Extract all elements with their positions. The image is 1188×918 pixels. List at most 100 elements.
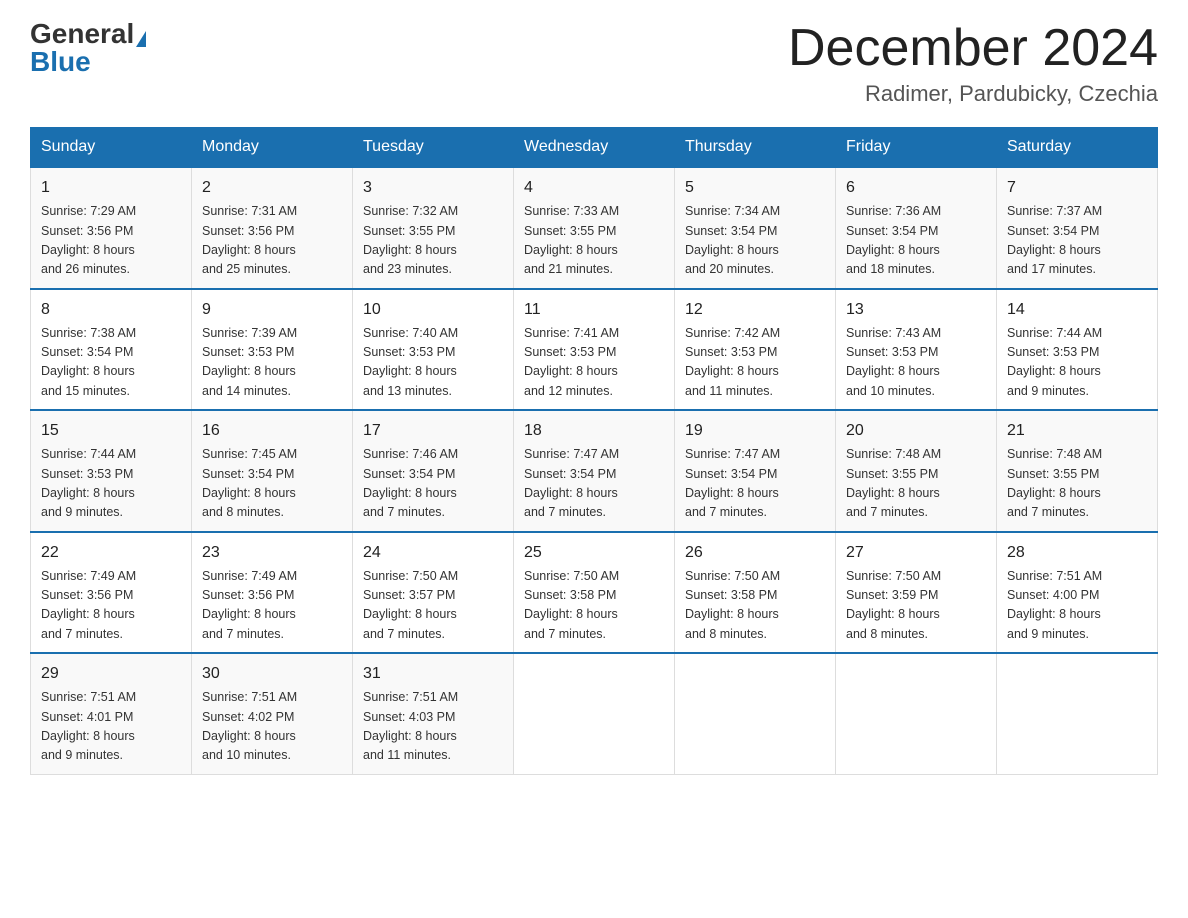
day-info: Sunrise: 7:50 AMSunset: 3:58 PMDaylight:…	[524, 567, 664, 645]
logo-triangle-icon	[136, 31, 146, 47]
calendar-cell: 25Sunrise: 7:50 AMSunset: 3:58 PMDayligh…	[514, 532, 675, 654]
day-number: 4	[524, 176, 664, 200]
calendar-week-row: 29Sunrise: 7:51 AMSunset: 4:01 PMDayligh…	[31, 653, 1158, 774]
calendar-cell: 6Sunrise: 7:36 AMSunset: 3:54 PMDaylight…	[836, 167, 997, 289]
day-info: Sunrise: 7:51 AMSunset: 4:02 PMDaylight:…	[202, 688, 342, 766]
calendar-cell: 27Sunrise: 7:50 AMSunset: 3:59 PMDayligh…	[836, 532, 997, 654]
day-number: 29	[41, 662, 181, 686]
calendar-cell: 20Sunrise: 7:48 AMSunset: 3:55 PMDayligh…	[836, 410, 997, 532]
day-number: 30	[202, 662, 342, 686]
calendar-cell: 26Sunrise: 7:50 AMSunset: 3:58 PMDayligh…	[675, 532, 836, 654]
day-number: 21	[1007, 419, 1147, 443]
day-info: Sunrise: 7:44 AMSunset: 3:53 PMDaylight:…	[41, 445, 181, 523]
calendar-cell: 3Sunrise: 7:32 AMSunset: 3:55 PMDaylight…	[353, 167, 514, 289]
day-info: Sunrise: 7:29 AMSunset: 3:56 PMDaylight:…	[41, 202, 181, 280]
day-number: 18	[524, 419, 664, 443]
calendar-header-row: SundayMondayTuesdayWednesdayThursdayFrid…	[31, 128, 1158, 168]
day-number: 9	[202, 298, 342, 322]
header-day-monday: Monday	[192, 128, 353, 168]
day-number: 8	[41, 298, 181, 322]
day-number: 15	[41, 419, 181, 443]
day-number: 28	[1007, 541, 1147, 565]
day-number: 3	[363, 176, 503, 200]
day-info: Sunrise: 7:50 AMSunset: 3:58 PMDaylight:…	[685, 567, 825, 645]
day-info: Sunrise: 7:40 AMSunset: 3:53 PMDaylight:…	[363, 324, 503, 402]
day-number: 12	[685, 298, 825, 322]
calendar-cell	[514, 653, 675, 774]
calendar-cell: 13Sunrise: 7:43 AMSunset: 3:53 PMDayligh…	[836, 289, 997, 411]
header-day-tuesday: Tuesday	[353, 128, 514, 168]
day-info: Sunrise: 7:33 AMSunset: 3:55 PMDaylight:…	[524, 202, 664, 280]
day-info: Sunrise: 7:51 AMSunset: 4:03 PMDaylight:…	[363, 688, 503, 766]
calendar-cell: 11Sunrise: 7:41 AMSunset: 3:53 PMDayligh…	[514, 289, 675, 411]
day-number: 7	[1007, 176, 1147, 200]
day-info: Sunrise: 7:49 AMSunset: 3:56 PMDaylight:…	[202, 567, 342, 645]
calendar-cell: 18Sunrise: 7:47 AMSunset: 3:54 PMDayligh…	[514, 410, 675, 532]
calendar-cell: 28Sunrise: 7:51 AMSunset: 4:00 PMDayligh…	[997, 532, 1158, 654]
header-day-thursday: Thursday	[675, 128, 836, 168]
day-info: Sunrise: 7:51 AMSunset: 4:00 PMDaylight:…	[1007, 567, 1147, 645]
day-number: 26	[685, 541, 825, 565]
day-number: 5	[685, 176, 825, 200]
header-day-wednesday: Wednesday	[514, 128, 675, 168]
day-number: 14	[1007, 298, 1147, 322]
day-info: Sunrise: 7:36 AMSunset: 3:54 PMDaylight:…	[846, 202, 986, 280]
calendar-cell	[836, 653, 997, 774]
day-number: 22	[41, 541, 181, 565]
calendar-cell: 17Sunrise: 7:46 AMSunset: 3:54 PMDayligh…	[353, 410, 514, 532]
day-info: Sunrise: 7:39 AMSunset: 3:53 PMDaylight:…	[202, 324, 342, 402]
calendar-week-row: 15Sunrise: 7:44 AMSunset: 3:53 PMDayligh…	[31, 410, 1158, 532]
day-info: Sunrise: 7:32 AMSunset: 3:55 PMDaylight:…	[363, 202, 503, 280]
day-info: Sunrise: 7:41 AMSunset: 3:53 PMDaylight:…	[524, 324, 664, 402]
calendar-table: SundayMondayTuesdayWednesdayThursdayFrid…	[30, 127, 1158, 775]
calendar-cell: 24Sunrise: 7:50 AMSunset: 3:57 PMDayligh…	[353, 532, 514, 654]
day-info: Sunrise: 7:44 AMSunset: 3:53 PMDaylight:…	[1007, 324, 1147, 402]
calendar-cell: 8Sunrise: 7:38 AMSunset: 3:54 PMDaylight…	[31, 289, 192, 411]
day-number: 2	[202, 176, 342, 200]
day-number: 27	[846, 541, 986, 565]
day-info: Sunrise: 7:45 AMSunset: 3:54 PMDaylight:…	[202, 445, 342, 523]
calendar-cell: 10Sunrise: 7:40 AMSunset: 3:53 PMDayligh…	[353, 289, 514, 411]
calendar-cell: 19Sunrise: 7:47 AMSunset: 3:54 PMDayligh…	[675, 410, 836, 532]
calendar-cell: 29Sunrise: 7:51 AMSunset: 4:01 PMDayligh…	[31, 653, 192, 774]
day-number: 1	[41, 176, 181, 200]
header-day-saturday: Saturday	[997, 128, 1158, 168]
day-number: 13	[846, 298, 986, 322]
calendar-cell: 21Sunrise: 7:48 AMSunset: 3:55 PMDayligh…	[997, 410, 1158, 532]
logo: General Blue	[30, 20, 146, 76]
day-number: 20	[846, 419, 986, 443]
day-number: 31	[363, 662, 503, 686]
day-number: 17	[363, 419, 503, 443]
day-info: Sunrise: 7:49 AMSunset: 3:56 PMDaylight:…	[41, 567, 181, 645]
day-info: Sunrise: 7:50 AMSunset: 3:59 PMDaylight:…	[846, 567, 986, 645]
day-info: Sunrise: 7:47 AMSunset: 3:54 PMDaylight:…	[685, 445, 825, 523]
calendar-cell: 15Sunrise: 7:44 AMSunset: 3:53 PMDayligh…	[31, 410, 192, 532]
day-info: Sunrise: 7:38 AMSunset: 3:54 PMDaylight:…	[41, 324, 181, 402]
logo-general-line: General	[30, 20, 146, 48]
day-info: Sunrise: 7:48 AMSunset: 3:55 PMDaylight:…	[1007, 445, 1147, 523]
day-info: Sunrise: 7:34 AMSunset: 3:54 PMDaylight:…	[685, 202, 825, 280]
location-subtitle: Radimer, Pardubicky, Czechia	[788, 81, 1158, 107]
calendar-cell: 12Sunrise: 7:42 AMSunset: 3:53 PMDayligh…	[675, 289, 836, 411]
calendar-cell: 9Sunrise: 7:39 AMSunset: 3:53 PMDaylight…	[192, 289, 353, 411]
calendar-cell: 2Sunrise: 7:31 AMSunset: 3:56 PMDaylight…	[192, 167, 353, 289]
header-day-sunday: Sunday	[31, 128, 192, 168]
day-info: Sunrise: 7:31 AMSunset: 3:56 PMDaylight:…	[202, 202, 342, 280]
calendar-cell: 16Sunrise: 7:45 AMSunset: 3:54 PMDayligh…	[192, 410, 353, 532]
logo-blue-line: Blue	[30, 48, 91, 76]
calendar-cell: 4Sunrise: 7:33 AMSunset: 3:55 PMDaylight…	[514, 167, 675, 289]
day-info: Sunrise: 7:47 AMSunset: 3:54 PMDaylight:…	[524, 445, 664, 523]
day-number: 6	[846, 176, 986, 200]
calendar-cell: 14Sunrise: 7:44 AMSunset: 3:53 PMDayligh…	[997, 289, 1158, 411]
header-day-friday: Friday	[836, 128, 997, 168]
day-info: Sunrise: 7:37 AMSunset: 3:54 PMDaylight:…	[1007, 202, 1147, 280]
month-year-title: December 2024	[788, 20, 1158, 77]
calendar-cell: 1Sunrise: 7:29 AMSunset: 3:56 PMDaylight…	[31, 167, 192, 289]
day-info: Sunrise: 7:48 AMSunset: 3:55 PMDaylight:…	[846, 445, 986, 523]
day-info: Sunrise: 7:42 AMSunset: 3:53 PMDaylight:…	[685, 324, 825, 402]
logo-general-text: General	[30, 18, 134, 49]
calendar-week-row: 1Sunrise: 7:29 AMSunset: 3:56 PMDaylight…	[31, 167, 1158, 289]
day-info: Sunrise: 7:46 AMSunset: 3:54 PMDaylight:…	[363, 445, 503, 523]
title-block: December 2024 Radimer, Pardubicky, Czech…	[788, 20, 1158, 107]
calendar-cell: 31Sunrise: 7:51 AMSunset: 4:03 PMDayligh…	[353, 653, 514, 774]
